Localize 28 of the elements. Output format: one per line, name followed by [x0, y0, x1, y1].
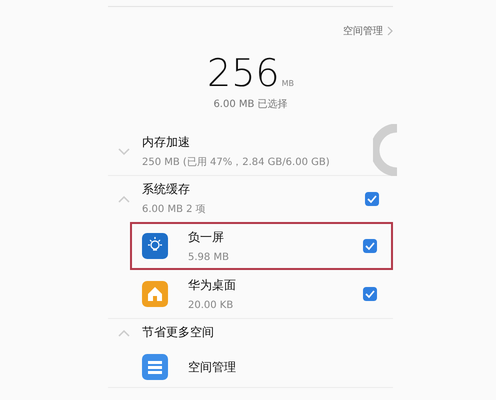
- chevron-right-icon[interactable]: [387, 26, 393, 36]
- checkbox[interactable]: [363, 287, 377, 301]
- space-management-link[interactable]: 空间管理: [343, 24, 383, 38]
- section-title: 内存加速: [142, 134, 191, 151]
- chevron-up-icon[interactable]: [118, 194, 130, 202]
- size-unit: MB: [282, 79, 294, 88]
- bulb-icon: [142, 233, 168, 259]
- cache-row[interactable]: 空间管理: [130, 347, 393, 387]
- storage-icon: [142, 354, 168, 380]
- house-icon: [142, 281, 168, 307]
- section-title: 节省更多空间: [142, 324, 215, 341]
- item-name: 华为桌面: [188, 277, 237, 294]
- section-subtitle: 6.00 MB 2 项: [142, 203, 207, 216]
- cache-row[interactable]: 华为桌面 20.00 KB: [130, 270, 393, 318]
- section-subtitle: 250 MB (已用 47%，2.84 GB/6.00 GB): [142, 156, 331, 169]
- item-name: 空间管理: [188, 358, 237, 376]
- checkbox[interactable]: [363, 239, 377, 253]
- item-size: 5.98 MB: [188, 252, 230, 263]
- chevron-down-icon[interactable]: [118, 148, 130, 156]
- total-size: 256: [207, 51, 280, 95]
- item-name: 负一屏: [188, 229, 225, 246]
- highlighted-row[interactable]: 负一屏 5.98 MB: [130, 222, 393, 270]
- section-title: 系统缓存: [142, 181, 191, 198]
- ring-drawing: [373, 124, 397, 176]
- chevron-up-icon[interactable]: [118, 328, 130, 336]
- checkbox[interactable]: [365, 192, 379, 206]
- item-size: 20.00 KB: [188, 300, 234, 311]
- selected-size: 6.00 MB 已选择: [212, 98, 289, 111]
